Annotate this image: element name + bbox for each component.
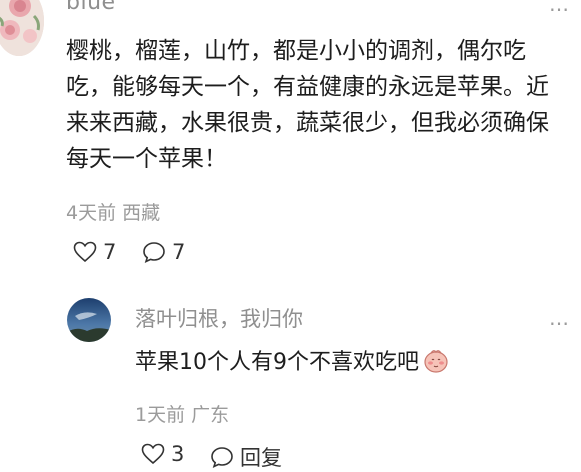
more-options-icon[interactable]: … xyxy=(549,0,570,16)
comment-meta: 4天前 西藏 xyxy=(66,198,160,225)
rose-avatar-image xyxy=(0,0,44,56)
reply-text-row: 苹果10个人有9个不喜欢吃吧 xyxy=(135,344,450,376)
comment-text: 樱桃，榴莲，山竹，都是小小的调剂，偶尔吃吃，能够每天一个，有益健康的永远是苹果。… xyxy=(66,38,549,172)
heart-icon xyxy=(141,443,165,465)
reply-like-button[interactable]: 3 xyxy=(141,442,184,466)
reply-text: 苹果10个人有9个不喜欢吃吧 xyxy=(135,350,419,375)
comment-bubble-icon xyxy=(143,242,165,263)
comment-time: 4天前 xyxy=(66,202,117,224)
reply-button[interactable]: 回复 xyxy=(210,442,282,472)
reply-avatar[interactable] xyxy=(67,298,111,342)
reply-meta: 1天前 广东 xyxy=(135,400,229,427)
heart-icon xyxy=(73,241,97,263)
reply-location: 广东 xyxy=(191,404,230,426)
reply-time: 1天前 xyxy=(135,404,186,426)
avatar[interactable] xyxy=(0,0,44,56)
reply-count: 7 xyxy=(172,240,186,264)
reply-username[interactable]: 落叶归根，我归你 xyxy=(135,303,303,333)
like-button[interactable]: 7 xyxy=(73,240,116,264)
blushing-face-icon xyxy=(424,350,448,373)
reply-count-button[interactable]: 7 xyxy=(142,240,185,264)
reply-button-label: 回复 xyxy=(240,446,282,470)
comment-bubble-icon xyxy=(211,447,233,468)
comment-location: 西藏 xyxy=(122,202,161,224)
reply-more-options-icon[interactable]: … xyxy=(549,306,570,330)
reply-like-count: 3 xyxy=(171,442,185,466)
like-count: 7 xyxy=(103,240,117,264)
comment-username[interactable]: blue xyxy=(66,0,116,15)
sky-avatar-image xyxy=(67,298,111,342)
